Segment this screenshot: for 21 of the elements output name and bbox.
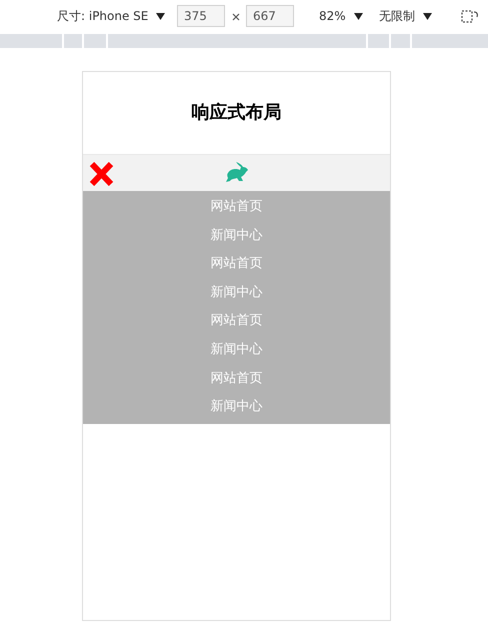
- device-dropdown[interactable]: 尺寸: iPhone SE: [57, 5, 166, 27]
- page-title: 响应式布局: [190, 102, 282, 125]
- menu-link[interactable]: 新闻中心: [83, 336, 390, 365]
- rabbit-icon: [224, 161, 250, 185]
- times-icon: [232, 13, 240, 21]
- menu-link[interactable]: 新闻中心: [83, 393, 390, 422]
- menu-link[interactable]: 网站首页: [83, 364, 390, 394]
- menu-link[interactable]: 网站首页: [83, 193, 390, 222]
- caret-icon: [354, 12, 363, 20]
- throttling-dropdown[interactable]: 无限制: [379, 5, 432, 27]
- menu-link[interactable]: 网站首页: [83, 307, 390, 336]
- height-field[interactable]: 667: [246, 5, 294, 27]
- menu-link[interactable]: 网站首页: [83, 250, 390, 279]
- zoom-dropdown[interactable]: 82%: [319, 5, 363, 27]
- menu-link[interactable]: 新闻中心: [83, 222, 390, 250]
- menu-link[interactable]: 新闻中心: [83, 278, 390, 308]
- rotate-icon[interactable]: [461, 8, 479, 24]
- width-field[interactable]: 375: [177, 5, 225, 27]
- caret-icon: [156, 12, 166, 20]
- close-icon[interactable]: [89, 162, 114, 186]
- caret-icon: [423, 12, 432, 20]
